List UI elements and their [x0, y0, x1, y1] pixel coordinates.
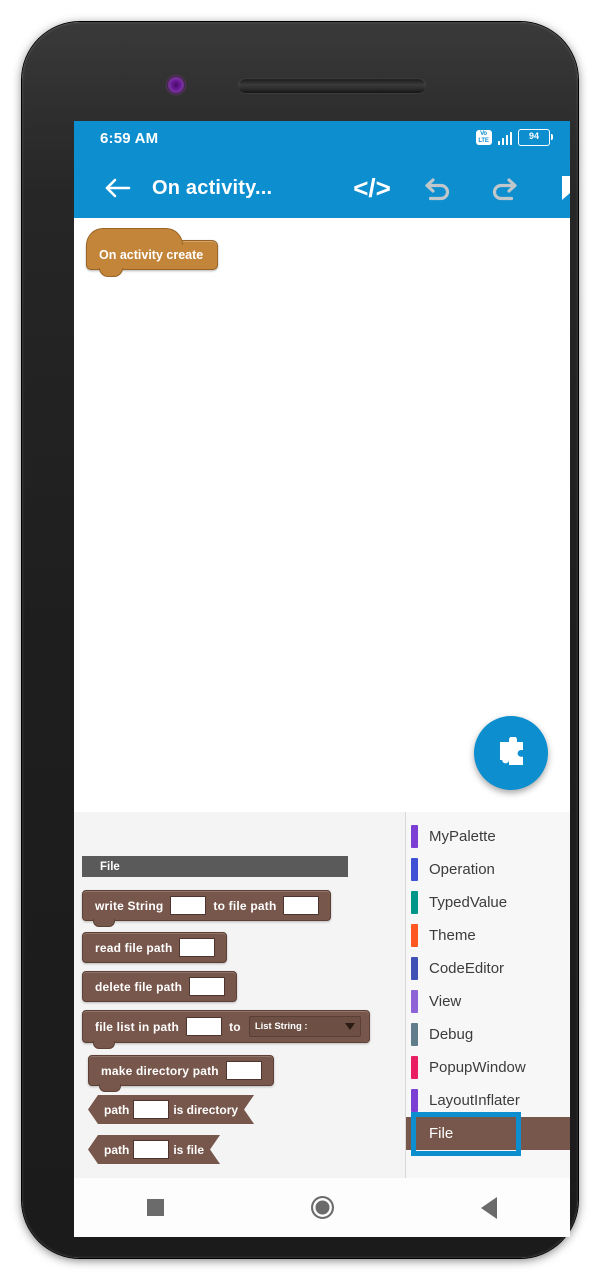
path-input-field[interactable]: [186, 1017, 223, 1036]
signal-bars-icon: [497, 131, 512, 145]
block-text: make directory path: [101, 1063, 219, 1078]
block-text: file list in path: [95, 1019, 180, 1034]
front-camera: [167, 76, 185, 94]
palette-item-layoutinflater[interactable]: LayoutInflater: [406, 1084, 570, 1117]
palette-item-label: LayoutInflater: [429, 1092, 520, 1109]
path-input-field[interactable]: [133, 1140, 169, 1159]
palette-color-swatch: [411, 858, 418, 881]
status-icons: Vo LTE 94: [475, 129, 553, 146]
blocks-workspace[interactable]: On activity create: [74, 218, 570, 812]
redo-button[interactable]: [480, 158, 528, 218]
battery-level: 94: [528, 131, 539, 141]
undo-button[interactable]: [414, 158, 462, 218]
path-input-field[interactable]: [225, 1061, 262, 1080]
palette-color-swatch: [411, 1089, 418, 1112]
palette-item-mypalette[interactable]: MyPalette: [406, 820, 570, 853]
circle-home-icon[interactable]: [310, 1196, 334, 1219]
palette-item-label: CodeEditor: [429, 960, 505, 977]
bookmark-icon: [562, 176, 570, 200]
bottom-panel: File write String to file path read file…: [74, 812, 570, 1178]
list-type-dropdown-value: List String :: [254, 1021, 308, 1032]
write-string-to-file-path-block[interactable]: write String to file path: [82, 890, 332, 927]
palette-color-swatch: [411, 957, 418, 980]
palette-color-swatch: [411, 1056, 418, 1079]
palette-item-codeeditor[interactable]: CodeEditor: [406, 952, 570, 985]
palette-item-operation[interactable]: Operation: [406, 853, 570, 886]
block-text: to file path: [213, 898, 277, 913]
on-activity-create-block[interactable]: On activity create: [85, 228, 219, 277]
app-bar: On activity... </>: [74, 158, 570, 218]
bookmark-button[interactable]: [546, 158, 570, 218]
block-text: path: [104, 1142, 130, 1157]
palette-item-label: View: [429, 993, 462, 1010]
palette-color-swatch: [411, 1023, 418, 1046]
palette-item-typedvalue[interactable]: TypedValue: [406, 886, 570, 919]
palette-item-label: PopupWindow: [429, 1059, 526, 1076]
code-icon: </>: [353, 172, 391, 203]
block-text: to: [229, 1019, 241, 1034]
flyout-header: File: [82, 856, 348, 877]
undo-arrow-icon: [425, 178, 450, 201]
path-input-field[interactable]: [133, 1100, 169, 1119]
palette-color-swatch: [411, 1122, 418, 1145]
block-flyout[interactable]: File write String to file path read file…: [74, 812, 405, 1178]
file-path-input-field[interactable]: [189, 977, 226, 996]
palette-item-label: Debug: [429, 1026, 474, 1043]
palette-item-label: Operation: [429, 861, 495, 878]
palette-item-popupwindow[interactable]: PopupWindow: [406, 1051, 570, 1084]
battery-icon: 94: [518, 129, 553, 146]
make-directory-path-block[interactable]: make directory path: [88, 1055, 274, 1092]
palette-item-file[interactable]: File: [406, 1112, 570, 1156]
list-type-dropdown[interactable]: List String :: [248, 1016, 361, 1037]
palette-item-label: Theme: [429, 927, 476, 944]
android-navigation-bar: [74, 1178, 570, 1237]
palette-item-label: File: [429, 1125, 454, 1142]
palette-item-view[interactable]: View: [406, 985, 570, 1018]
code-view-button[interactable]: </>: [348, 158, 396, 218]
palette-color-swatch: [411, 924, 418, 947]
palette-item-label: MyPalette: [429, 828, 496, 845]
square-recents-icon[interactable]: [147, 1199, 165, 1216]
string-input-field[interactable]: [170, 896, 207, 915]
palette-color-swatch: [411, 825, 418, 848]
path-is-directory-block[interactable]: path is directory: [88, 1095, 254, 1124]
block-text: path: [104, 1102, 130, 1117]
delete-file-path-block[interactable]: delete file path: [82, 971, 238, 1002]
block-text: delete file path: [95, 979, 183, 994]
on-activity-create-label: On activity create: [99, 248, 204, 262]
volte-icon: Vo LTE: [475, 130, 492, 145]
block-text: read file path: [95, 940, 173, 955]
selection-highlight: [411, 1112, 521, 1156]
file-path-input-field[interactable]: [179, 938, 216, 957]
redo-arrow-icon: [492, 178, 517, 201]
read-file-path-block[interactable]: read file path: [82, 932, 228, 963]
add-block-fab[interactable]: [474, 716, 548, 790]
triangle-back-icon[interactable]: [480, 1196, 497, 1219]
block-text: is file: [173, 1142, 205, 1157]
block-text: is directory: [173, 1102, 239, 1117]
page-title: On activity...: [152, 176, 273, 199]
path-is-file-block[interactable]: path is file: [88, 1135, 220, 1164]
phone-device-frame: 6:59 AM Vo LTE 94 On activity... </> On …: [22, 22, 578, 1258]
palette-list[interactable]: MyPalette Operation TypedValue Theme Cod…: [405, 812, 570, 1178]
file-path-input-field[interactable]: [283, 896, 320, 915]
palette-color-swatch: [411, 990, 418, 1013]
back-arrow-icon[interactable]: [96, 158, 140, 218]
palette-color-swatch: [411, 891, 418, 914]
phone-screen: 6:59 AM Vo LTE 94 On activity... </> On …: [74, 121, 570, 1237]
puzzle-piece-icon: [500, 737, 523, 765]
status-bar: 6:59 AM Vo LTE 94: [74, 121, 570, 158]
file-list-in-path-block[interactable]: file list in path to List String :: [82, 1010, 370, 1049]
earpiece-speaker: [238, 78, 426, 93]
chevron-down-icon: [344, 1023, 355, 1030]
palette-item-label: TypedValue: [429, 894, 508, 911]
block-text: write String: [95, 898, 164, 913]
palette-item-debug[interactable]: Debug: [406, 1018, 570, 1051]
status-clock: 6:59 AM: [100, 130, 159, 147]
palette-item-theme[interactable]: Theme: [406, 919, 570, 952]
